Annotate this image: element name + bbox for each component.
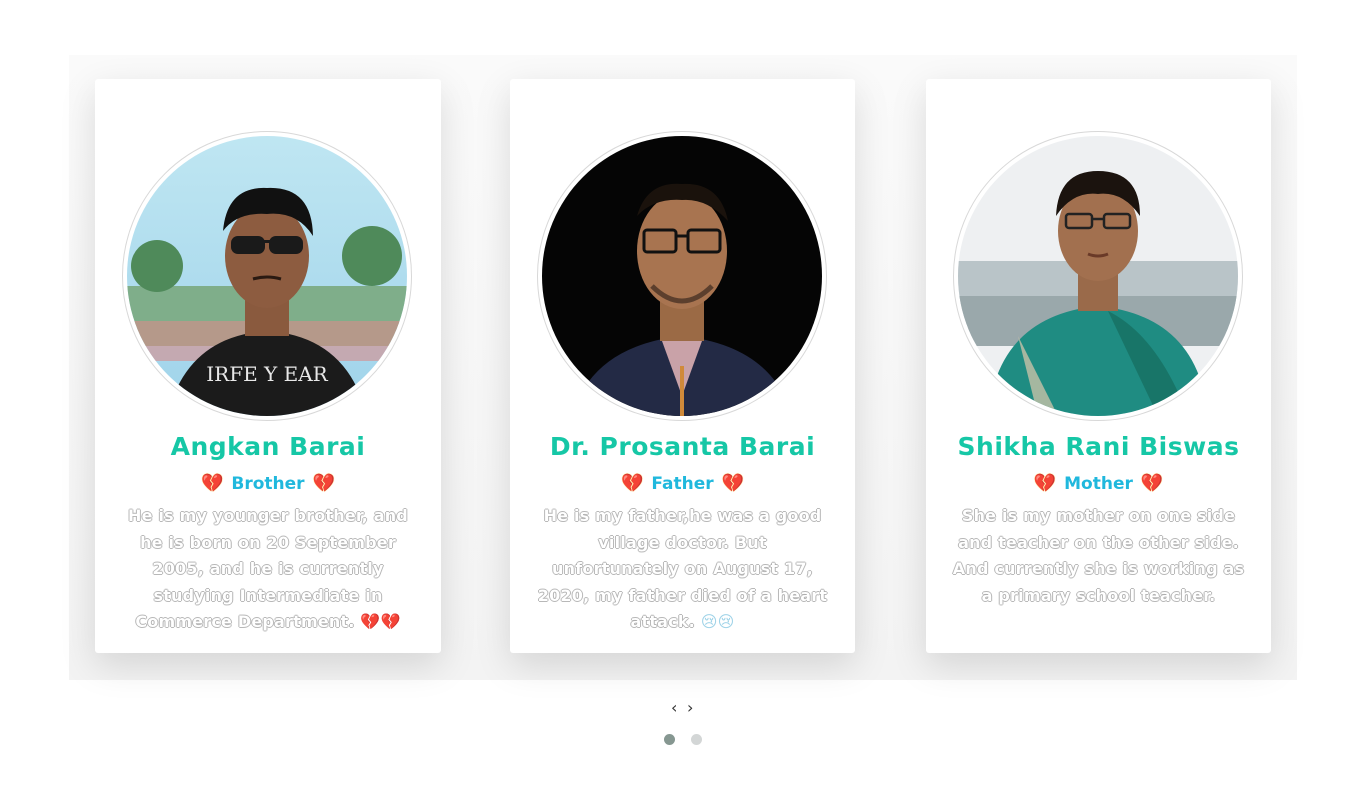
profile-card-father: Dr. Prosanta Barai 💔 Father 💔 He is my fat… bbox=[510, 79, 855, 653]
person-description: She is my mother on one side and teacher… bbox=[952, 503, 1245, 609]
pagination-dot-1[interactable] bbox=[664, 734, 675, 745]
broken-heart-icon: 💔 bbox=[721, 473, 745, 494]
broken-heart-icon: 💔 bbox=[312, 473, 335, 494]
person-description: He is my younger brother, and he is born… bbox=[121, 503, 415, 636]
broken-heart-icon: 💔 bbox=[1140, 473, 1164, 494]
profile-card-mother: Shikha Rani Biswas 💔 Mother 💔 She is my mo… bbox=[926, 79, 1271, 653]
person-role: 💔 Mother 💔 bbox=[926, 473, 1271, 494]
person-description: He is my father,he was a good village do… bbox=[536, 503, 829, 636]
avatar-ring: IRFE Y EAR bbox=[122, 131, 412, 421]
svg-text:IRFE Y EAR: IRFE Y EAR bbox=[206, 362, 328, 386]
broken-heart-icon: 💔 bbox=[200, 473, 224, 494]
role-label: Father bbox=[651, 474, 714, 494]
role-label: Mother bbox=[1064, 474, 1133, 494]
prev-arrow-icon[interactable]: ‹ bbox=[671, 698, 677, 717]
crying-face-emoji: 😢😢 bbox=[700, 612, 735, 631]
broken-heart-icon: 💔 bbox=[1033, 473, 1057, 494]
next-arrow-icon[interactable]: › bbox=[687, 698, 693, 717]
description-text: He is my father,he was a good village do… bbox=[537, 506, 828, 631]
person-name: Shikha Rani Biswas bbox=[957, 432, 1240, 461]
person-name: Dr. Prosanta Barai bbox=[549, 432, 816, 461]
slider-nav: ‹ › bbox=[668, 698, 698, 720]
avatar-ring bbox=[537, 131, 827, 421]
avatar-photo bbox=[958, 136, 1238, 416]
role-label: Brother bbox=[231, 474, 305, 494]
person-role: 💔 Father 💔 bbox=[510, 473, 855, 494]
pagination-dot-2[interactable] bbox=[691, 734, 702, 745]
broken-heart-icon: 💔 bbox=[620, 473, 644, 494]
avatar-photo: IRFE Y EAR bbox=[127, 136, 407, 416]
avatar-ring bbox=[953, 131, 1243, 421]
broken-heart-emoji: 💔💔 bbox=[360, 612, 401, 631]
person-role: 💔 Brother 💔 bbox=[95, 473, 441, 494]
profile-card-brother: IRFE Y EAR Angkan Barai 💔 Brother 💔 He is … bbox=[95, 79, 441, 653]
description-text: She is my mother on one side and teacher… bbox=[952, 506, 1245, 605]
person-name: Angkan Barai bbox=[170, 432, 366, 461]
avatar-photo bbox=[542, 136, 822, 416]
